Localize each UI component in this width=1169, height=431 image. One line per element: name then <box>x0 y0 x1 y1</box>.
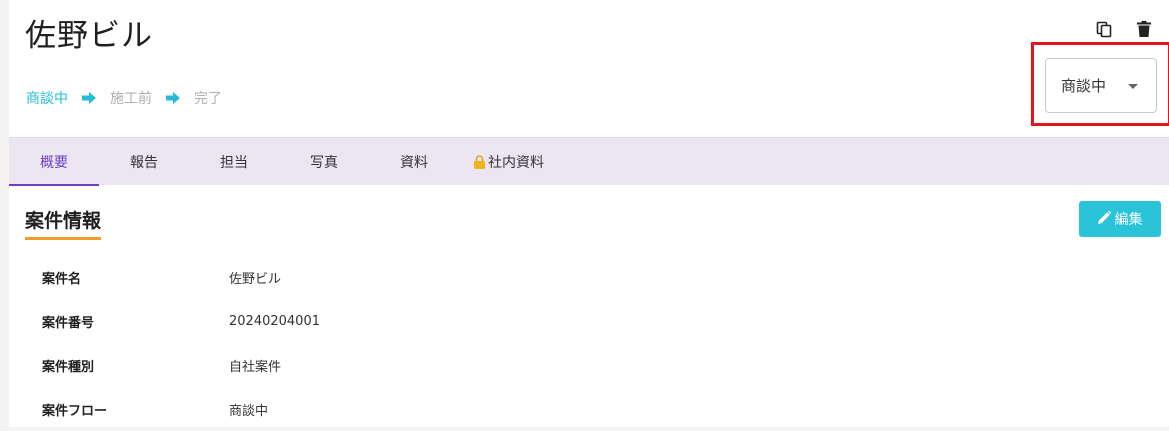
header-actions <box>1095 20 1153 38</box>
flow-step-negotiating: 商談中 <box>26 91 68 107</box>
caret-down-icon <box>1128 84 1138 89</box>
info-key: 案件種別 <box>42 359 95 375</box>
tab-label: 資料 <box>400 155 428 171</box>
lock-icon <box>474 155 485 169</box>
arrow-right-icon <box>82 92 96 104</box>
info-row-project-number: 案件番号 20240204001 <box>42 299 320 343</box>
edit-button[interactable]: 編集 <box>1079 201 1161 237</box>
tab-documents[interactable]: 資料 <box>369 138 459 186</box>
info-key: 案件番号 <box>42 315 95 331</box>
tab-bar: 概要 報告 担当 写真 資料 社内資料 <box>9 137 1169 186</box>
tab-reports[interactable]: 報告 <box>99 138 189 186</box>
arrow-right-icon <box>166 92 180 104</box>
pencil-icon <box>1097 209 1112 228</box>
tab-label: 報告 <box>130 155 158 171</box>
tab-label: 概要 <box>40 155 68 171</box>
tab-label: 担当 <box>220 155 248 171</box>
info-row-project-name: 案件名 佐野ビル <box>42 255 320 299</box>
status-flow: 商談中 施工前 完了 <box>26 88 222 108</box>
flow-step-pre-construction: 施工前 <box>110 91 152 107</box>
status-select-value: 商談中 <box>1061 77 1107 95</box>
tab-label: 写真 <box>310 155 338 171</box>
edit-button-label: 編集 <box>1114 212 1143 228</box>
info-value: 商談中 <box>229 403 269 419</box>
page-title: 佐野ビル <box>25 18 153 54</box>
info-key: 案件フロー <box>42 403 108 419</box>
status-select[interactable]: 商談中 <box>1045 58 1157 113</box>
tab-overview[interactable]: 概要 <box>9 138 99 186</box>
tab-label: 社内資料 <box>488 155 544 171</box>
project-info-list: 案件名 佐野ビル 案件番号 20240204001 案件種別 自社案件 案件フロ… <box>42 255 320 431</box>
tab-photos[interactable]: 写真 <box>279 138 369 186</box>
info-value: 自社案件 <box>229 359 282 375</box>
tab-internal-documents[interactable]: 社内資料 <box>459 138 559 186</box>
info-row-project-type: 案件種別 自社案件 <box>42 343 320 387</box>
info-value: 20240204001 <box>229 313 320 329</box>
flow-step-complete: 完了 <box>194 91 222 107</box>
tab-assignees[interactable]: 担当 <box>189 138 279 186</box>
trash-icon[interactable] <box>1135 20 1153 38</box>
section-title: 案件情報 <box>25 206 102 240</box>
project-card: 佐野ビル 商談中 施工前 完了 商談中 概要 報告 担当 写真 資料 社内資料 … <box>9 0 1169 427</box>
copy-icon[interactable] <box>1095 20 1113 38</box>
info-value: 佐野ビル <box>229 271 282 287</box>
info-row-project-flow: 案件フロー 商談中 <box>42 387 320 431</box>
info-key: 案件名 <box>42 271 82 287</box>
